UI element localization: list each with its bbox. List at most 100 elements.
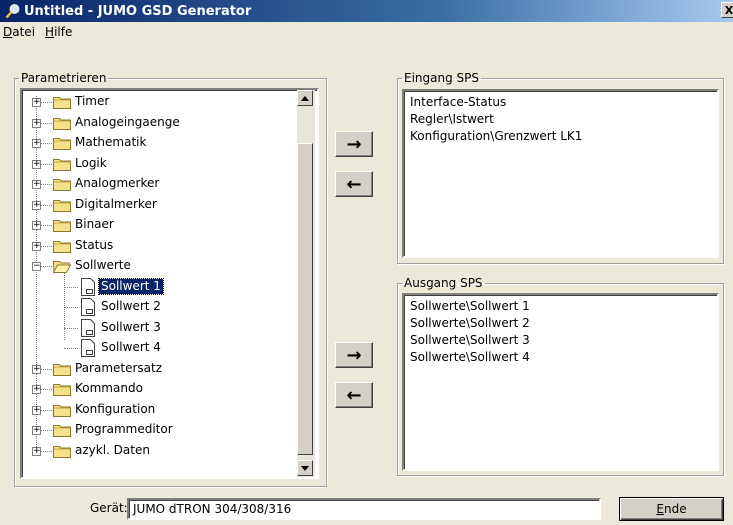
tree-item[interactable]: Sollwert 1 bbox=[22, 277, 297, 297]
folder-icon bbox=[53, 157, 71, 171]
arrow-right-icon: → bbox=[346, 344, 362, 366]
menu-datei[interactable]: Datei bbox=[0, 25, 40, 39]
tree-item[interactable]: + Digitalmerker bbox=[22, 195, 297, 215]
tree-item-label: Binaer bbox=[75, 217, 114, 231]
list-item[interactable]: Konfiguration\Grenzwert LK1 bbox=[410, 128, 582, 144]
list-item[interactable]: Sollwerte\Sollwert 4 bbox=[410, 349, 530, 365]
ende-button[interactable]: Ende bbox=[619, 497, 724, 521]
document-icon bbox=[80, 277, 96, 296]
tree-item[interactable]: + Logik bbox=[22, 154, 297, 174]
folder-icon bbox=[53, 382, 71, 396]
tree-item[interactable]: + Parametersatz bbox=[22, 359, 297, 379]
expand-icon[interactable]: + bbox=[32, 426, 41, 435]
list-item[interactable]: Sollwerte\Sollwert 1 bbox=[410, 298, 530, 314]
tree-item[interactable]: + Konfiguration bbox=[22, 400, 297, 420]
ausgang-sps-list[interactable]: Sollwerte\Sollwert 1 Sollwerte\Sollwert … bbox=[402, 293, 719, 471]
geraet-label: Gerät: bbox=[90, 501, 128, 515]
tree-item[interactable]: + Binaer bbox=[22, 215, 297, 235]
folder-icon bbox=[53, 239, 71, 253]
scroll-up-button[interactable] bbox=[297, 90, 313, 106]
remove-from-ausgang-button[interactable]: ← bbox=[335, 382, 373, 408]
arrow-right-icon: → bbox=[346, 133, 362, 155]
expand-icon[interactable]: + bbox=[32, 200, 41, 210]
list-item[interactable]: Interface-Status bbox=[410, 94, 506, 110]
folder-icon bbox=[53, 95, 71, 109]
tree-item-label: Logik bbox=[75, 155, 107, 170]
arrow-left-icon: ← bbox=[346, 384, 362, 406]
tree-item-label: Sollwert 4 bbox=[101, 340, 161, 354]
arrow-left-icon: ← bbox=[346, 173, 362, 195]
list-item[interactable]: Sollwerte\Sollwert 3 bbox=[410, 332, 530, 348]
expand-icon[interactable]: + bbox=[32, 364, 41, 374]
tree-item[interactable]: + Timer bbox=[22, 92, 297, 112]
tree-item[interactable]: Sollwert 4 bbox=[22, 338, 297, 358]
expand-icon[interactable]: + bbox=[32, 405, 41, 415]
ausgang-sps-legend: Ausgang SPS bbox=[404, 276, 483, 290]
collapse-icon[interactable]: − bbox=[32, 262, 41, 271]
tree-item-label: Analogmerker bbox=[75, 176, 160, 190]
tree-scrollbar[interactable] bbox=[297, 90, 315, 477]
parametrieren-legend: Parametrieren bbox=[21, 71, 107, 85]
folder-icon bbox=[53, 116, 71, 130]
remove-from-eingang-button[interactable]: ← bbox=[335, 171, 373, 197]
folder-icon bbox=[53, 136, 71, 150]
document-icon bbox=[80, 318, 96, 337]
menu-hilfe[interactable]: Hilfe bbox=[40, 25, 77, 39]
tree-branch-line bbox=[64, 307, 78, 308]
geraet-field[interactable]: JUMO dTRON 304/308/316 bbox=[127, 498, 601, 520]
eingang-sps-list[interactable]: Interface-Status Regler\Istwert Konfigur… bbox=[402, 89, 719, 258]
window-title: Untitled - JUMO GSD Generator bbox=[24, 3, 252, 19]
tree-item-label: Analogeingaenge bbox=[75, 114, 180, 129]
expand-icon[interactable]: + bbox=[32, 159, 41, 169]
tree-item[interactable]: + Kommando bbox=[22, 379, 297, 399]
triangle-down-icon bbox=[301, 465, 309, 471]
expand-icon[interactable]: + bbox=[32, 139, 41, 148]
eingang-sps-legend: Eingang SPS bbox=[404, 71, 479, 85]
tree-branch-line bbox=[64, 286, 78, 288]
add-to-eingang-button[interactable]: → bbox=[335, 131, 373, 157]
expand-icon[interactable]: + bbox=[32, 180, 41, 189]
scroll-down-button[interactable] bbox=[297, 460, 313, 476]
tree-item-label: Kommando bbox=[75, 381, 143, 395]
tree-item[interactable]: + Status bbox=[22, 236, 297, 256]
tree-item[interactable]: Sollwert 3 bbox=[22, 318, 297, 338]
tree-item-label: Konfiguration bbox=[75, 401, 156, 416]
add-to-ausgang-button[interactable]: → bbox=[335, 342, 373, 368]
folder-icon bbox=[53, 218, 71, 232]
tree-item-label: Parametersatz bbox=[75, 360, 163, 375]
tree-item-label: Digitalmerker bbox=[75, 196, 157, 211]
tree-item[interactable]: − Sollwerte bbox=[22, 256, 297, 276]
tree-branch-line bbox=[64, 327, 78, 329]
tree-item-label: Sollwert 1 bbox=[98, 277, 164, 295]
list-item[interactable]: Regler\Istwert bbox=[410, 111, 494, 127]
expand-icon[interactable]: + bbox=[32, 98, 41, 107]
tree-item[interactable]: + Programmeditor bbox=[22, 420, 297, 440]
tree-item-label: Timer bbox=[75, 94, 110, 108]
folder-icon bbox=[53, 444, 71, 458]
list-item[interactable]: Sollwerte\Sollwert 2 bbox=[410, 315, 530, 331]
parameter-tree[interactable]: + Timer + Analogeingaenge + Mathematik + Logik +… bbox=[22, 90, 316, 477]
menu-bar: Datei Hilfe bbox=[0, 22, 733, 41]
tree-item-label: azykl. Daten bbox=[75, 442, 150, 457]
close-button[interactable]: X bbox=[721, 2, 733, 18]
tree-item-label: Programmeditor bbox=[75, 422, 173, 436]
tree-item[interactable]: + Analogmerker bbox=[22, 174, 297, 194]
tree-branch-line bbox=[64, 348, 78, 349]
tree-item[interactable]: Sollwert 2 bbox=[22, 297, 297, 317]
tree-item[interactable]: + azykl. Daten bbox=[22, 441, 297, 461]
tree-item[interactable]: + Mathematik bbox=[22, 133, 297, 153]
document-icon bbox=[80, 339, 96, 357]
magnifier-app-icon bbox=[5, 4, 20, 19]
tree-item[interactable]: + Analogeingaenge bbox=[22, 113, 297, 133]
expand-icon[interactable]: + bbox=[32, 385, 41, 394]
title-bar[interactable]: Untitled - JUMO GSD Generator X bbox=[0, 0, 733, 22]
expand-icon[interactable]: + bbox=[32, 221, 41, 230]
folder-icon bbox=[53, 403, 71, 417]
expand-icon[interactable]: + bbox=[32, 118, 41, 128]
scroll-thumb[interactable] bbox=[297, 143, 313, 455]
tree-item-label: Status bbox=[75, 237, 114, 252]
folder-icon bbox=[53, 198, 71, 212]
expand-icon[interactable]: + bbox=[32, 241, 41, 251]
expand-icon[interactable]: + bbox=[32, 446, 41, 456]
folder-icon bbox=[53, 423, 71, 437]
